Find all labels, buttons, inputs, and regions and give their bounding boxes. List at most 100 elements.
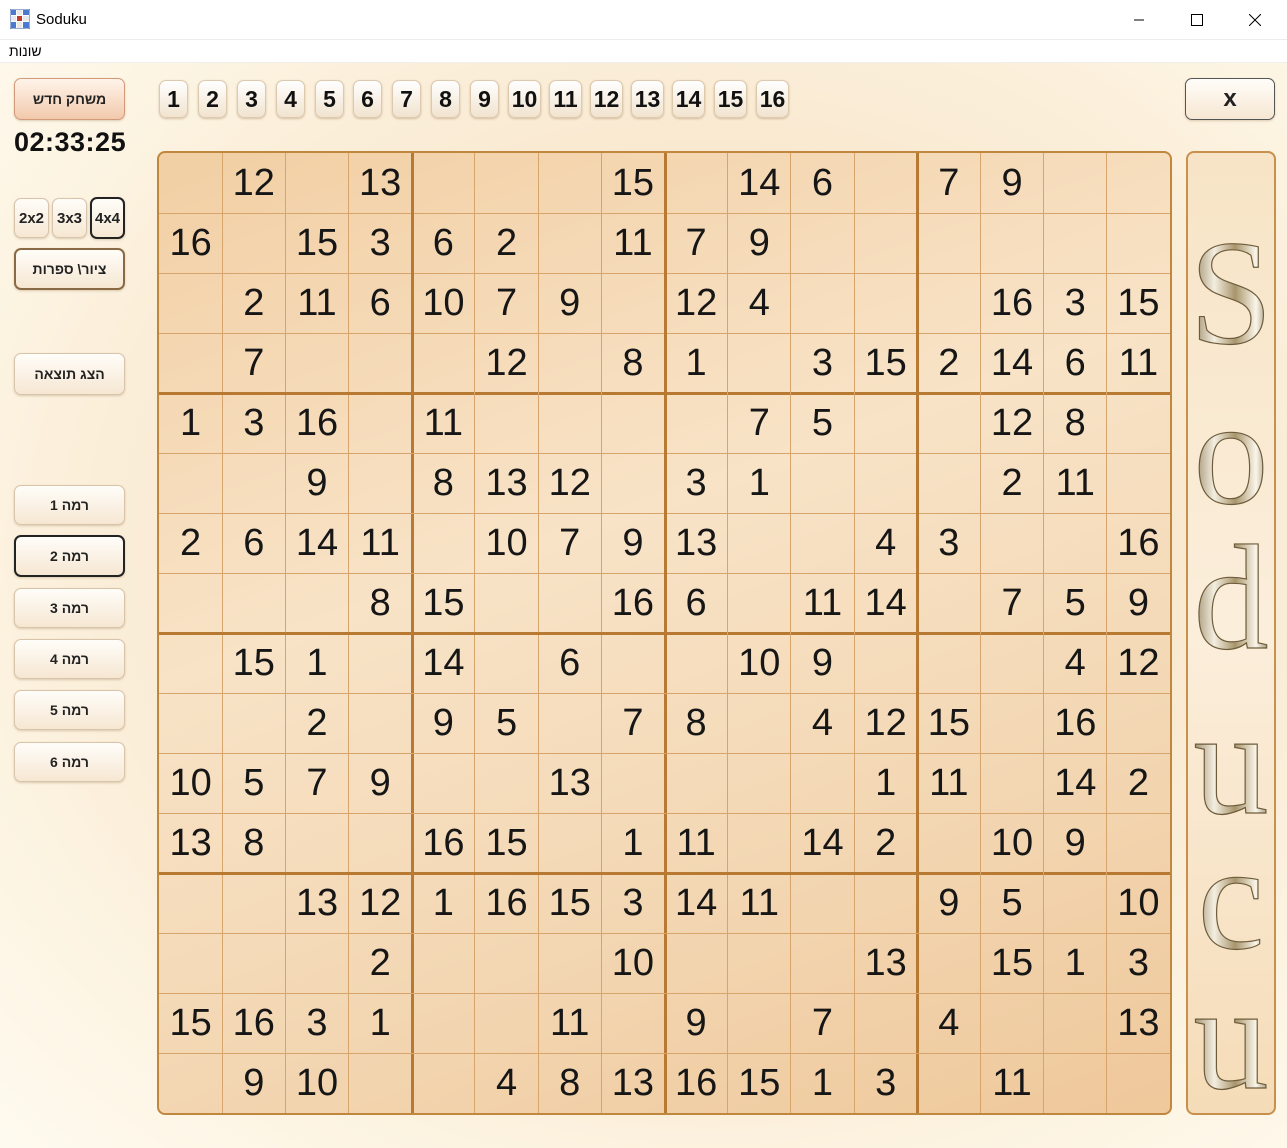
board-cell[interactable]: 1 (728, 453, 791, 513)
board-cell[interactable] (475, 753, 538, 813)
board-cell[interactable]: 10 (285, 1053, 348, 1113)
board-cell[interactable]: 2 (159, 513, 222, 573)
board-cell[interactable] (917, 933, 980, 993)
board-cell[interactable] (854, 453, 917, 513)
board-cell[interactable]: 2 (917, 333, 980, 393)
board-cell[interactable]: 11 (349, 513, 412, 573)
board-cell[interactable]: 16 (475, 873, 538, 933)
board-cell[interactable]: 3 (1044, 273, 1107, 333)
board-cell[interactable]: 11 (917, 753, 980, 813)
board-cell[interactable] (285, 333, 348, 393)
board-cell[interactable]: 1 (791, 1053, 854, 1113)
board-cell[interactable] (222, 873, 285, 933)
board-cell[interactable]: 11 (791, 573, 854, 633)
board-cell[interactable]: 8 (601, 333, 664, 393)
board-cell[interactable]: 1 (285, 633, 348, 693)
board-cell[interactable] (1107, 693, 1170, 753)
palette-number-14[interactable]: 14 (672, 80, 705, 118)
close-window-button[interactable] (1226, 0, 1284, 39)
board-cell[interactable] (349, 813, 412, 873)
board-cell[interactable]: 15 (538, 873, 601, 933)
board-cell[interactable] (1044, 153, 1107, 213)
board-cell[interactable]: 14 (665, 873, 728, 933)
size-2x2-button[interactable]: 2x2 (14, 198, 49, 238)
board-cell[interactable]: 15 (285, 213, 348, 273)
board-cell[interactable] (159, 933, 222, 993)
board-cell[interactable]: 1 (665, 333, 728, 393)
board-cell[interactable]: 12 (222, 153, 285, 213)
board-cell[interactable]: 14 (791, 813, 854, 873)
board-cell[interactable]: 5 (222, 753, 285, 813)
board-cell[interactable] (791, 213, 854, 273)
board-cell[interactable] (980, 993, 1043, 1053)
board-cell[interactable] (665, 393, 728, 453)
board-cell[interactable]: 9 (285, 453, 348, 513)
board-cell[interactable]: 15 (222, 633, 285, 693)
board-cell[interactable]: 7 (791, 993, 854, 1053)
board-cell[interactable] (854, 633, 917, 693)
palette-number-8[interactable]: 8 (431, 80, 460, 118)
board-cell[interactable]: 16 (222, 993, 285, 1053)
board-cell[interactable] (159, 153, 222, 213)
board-cell[interactable] (1107, 1053, 1170, 1113)
board-cell[interactable] (854, 993, 917, 1053)
size-3x3-button[interactable]: 3x3 (52, 198, 87, 238)
board-cell[interactable] (917, 213, 980, 273)
board-cell[interactable] (728, 573, 791, 633)
board-cell[interactable]: 10 (475, 513, 538, 573)
board-cell[interactable] (728, 693, 791, 753)
level-1-button[interactable]: רמה 1 (14, 485, 125, 525)
board-cell[interactable] (475, 933, 538, 993)
board-cell[interactable] (665, 153, 728, 213)
board-cell[interactable] (222, 213, 285, 273)
board-cell[interactable]: 13 (538, 753, 601, 813)
board-cell[interactable]: 13 (475, 453, 538, 513)
board-cell[interactable] (159, 693, 222, 753)
board-cell[interactable] (917, 1053, 980, 1113)
board-cell[interactable]: 2 (349, 933, 412, 993)
board-cell[interactable]: 12 (854, 693, 917, 753)
board-cell[interactable]: 11 (601, 213, 664, 273)
board-cell[interactable]: 16 (601, 573, 664, 633)
board-cell[interactable]: 9 (349, 753, 412, 813)
board-cell[interactable]: 8 (1044, 393, 1107, 453)
board-cell[interactable]: 11 (1107, 333, 1170, 393)
board-cell[interactable]: 6 (538, 633, 601, 693)
board-cell[interactable] (159, 273, 222, 333)
board-cell[interactable] (1107, 153, 1170, 213)
board-cell[interactable]: 13 (601, 1053, 664, 1113)
board-cell[interactable]: 14 (728, 153, 791, 213)
board-cell[interactable]: 14 (412, 633, 475, 693)
board-cell[interactable]: 3 (601, 873, 664, 933)
board-cell[interactable] (1044, 873, 1107, 933)
palette-number-4[interactable]: 4 (276, 80, 305, 118)
board-cell[interactable]: 16 (285, 393, 348, 453)
board-cell[interactable] (1044, 1053, 1107, 1113)
board-cell[interactable]: 3 (854, 1053, 917, 1113)
board-cell[interactable]: 9 (980, 153, 1043, 213)
board-cell[interactable]: 8 (665, 693, 728, 753)
board-cell[interactable]: 5 (791, 393, 854, 453)
board-cell[interactable]: 15 (917, 693, 980, 753)
board-cell[interactable] (791, 513, 854, 573)
board-cell[interactable]: 13 (1107, 993, 1170, 1053)
board-cell[interactable]: 2 (854, 813, 917, 873)
board-cell[interactable] (601, 273, 664, 333)
close-game-button[interactable]: x (1185, 78, 1275, 120)
board-cell[interactable] (349, 693, 412, 753)
board-cell[interactable]: 9 (222, 1053, 285, 1113)
board-cell[interactable]: 1 (854, 753, 917, 813)
board-cell[interactable]: 16 (665, 1053, 728, 1113)
palette-number-16[interactable]: 16 (756, 80, 789, 118)
board-cell[interactable]: 2 (475, 213, 538, 273)
board-cell[interactable] (980, 513, 1043, 573)
board-cell[interactable] (538, 813, 601, 873)
board-cell[interactable] (1044, 213, 1107, 273)
level-2-button[interactable]: רמה 2 (14, 535, 125, 577)
board-cell[interactable]: 15 (412, 573, 475, 633)
board-cell[interactable] (1044, 993, 1107, 1053)
board-cell[interactable]: 9 (665, 993, 728, 1053)
board-cell[interactable] (285, 933, 348, 993)
board-cell[interactable] (1107, 813, 1170, 873)
board-cell[interactable] (665, 633, 728, 693)
